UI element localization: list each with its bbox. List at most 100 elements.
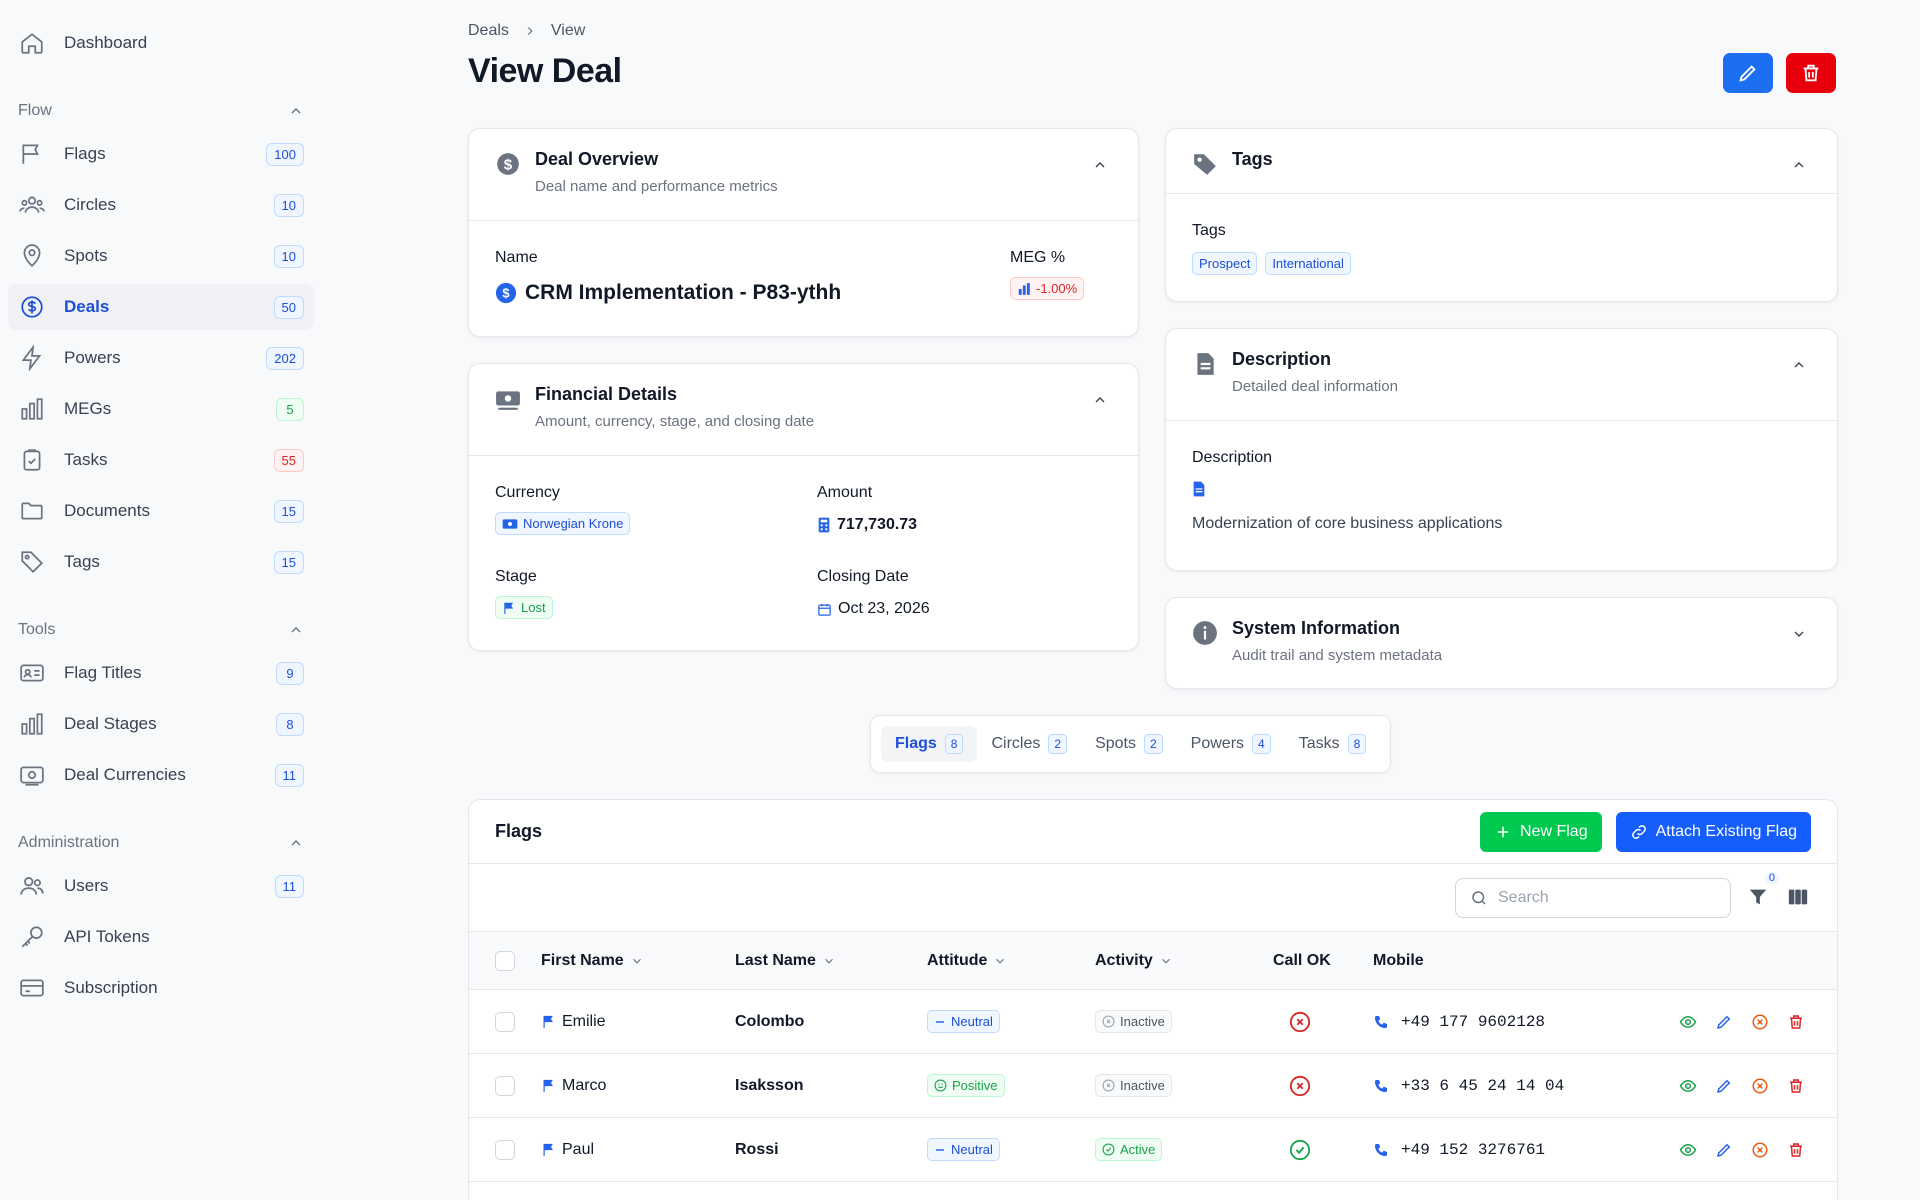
chevron-up-icon	[291, 627, 301, 633]
meg-badge: -1.00%	[1010, 277, 1085, 300]
section-flow-label: Flow	[18, 102, 52, 119]
sidebar-item-api-tokens[interactable]: API Tokens	[8, 914, 314, 960]
tag-chip[interactable]: International	[1265, 252, 1351, 275]
sidebar-item-flags[interactable]: Flags 100	[8, 131, 314, 177]
closing-date-value: Oct 23, 2026	[838, 600, 930, 617]
attach-existing-flag-button[interactable]: Attach Existing Flag	[1615, 811, 1811, 852]
column-activity[interactable]: Activity	[1095, 952, 1273, 970]
column-label: Mobile	[1373, 951, 1424, 969]
first-name-cell[interactable]: Marco	[562, 1077, 606, 1095]
tab-spots[interactable]: Spots 2	[1081, 726, 1177, 762]
sidebar-item-tags[interactable]: Tags 15	[8, 539, 314, 585]
sidebar-item-circles[interactable]: Circles 10	[8, 182, 314, 228]
edit-button[interactable]	[1723, 53, 1773, 93]
tag-chip[interactable]: Prospect	[1192, 252, 1258, 275]
chevron-down-icon[interactable]	[1791, 626, 1807, 642]
description-card-header[interactable]: Description Detailed deal information	[1166, 329, 1837, 421]
mobile-cell[interactable]: +33 6 45 24 14 04	[1401, 1077, 1564, 1095]
card-title: Financial Details	[535, 384, 678, 404]
tab-flags[interactable]: Flags 8	[881, 726, 978, 762]
attitude-badge: Neutral	[927, 1138, 1000, 1161]
chevron-up-icon[interactable]	[1092, 392, 1108, 408]
sidebar-item-spots[interactable]: Spots 10	[8, 233, 314, 279]
new-flag-button[interactable]: New Flag	[1480, 811, 1602, 852]
columns-button[interactable]	[1787, 886, 1811, 910]
financial-details-header[interactable]: Financial Details Amount, currency, stag…	[469, 364, 1138, 456]
tags-list: Prospect International	[1192, 252, 1811, 275]
count-badge: 11	[274, 874, 304, 898]
sidebar-item-subscription[interactable]: Subscription	[8, 965, 314, 1011]
x-circle-icon[interactable]	[1751, 1013, 1769, 1031]
sidebar-item-deal-currencies[interactable]: Deal Currencies 11	[8, 752, 314, 798]
sidebar-item-documents[interactable]: Documents 15	[8, 488, 314, 534]
trash-icon[interactable]	[1787, 1141, 1805, 1159]
tag-icon	[18, 548, 46, 576]
mobile-cell[interactable]: +49 152 3276761	[1401, 1141, 1545, 1159]
sidebar-item-dashboard[interactable]: Dashboard	[8, 20, 314, 66]
section-tools-header[interactable]: Tools	[8, 615, 314, 645]
sidebar-item-flag-titles[interactable]: Flag Titles 9	[8, 650, 314, 696]
search-input[interactable]	[1498, 888, 1698, 907]
trash-icon[interactable]	[1787, 1013, 1805, 1031]
sidebar-item-megs[interactable]: MEGs 5	[8, 386, 314, 432]
column-attitude[interactable]: Attitude	[927, 952, 1095, 970]
column-mobile: Mobile	[1373, 952, 1673, 970]
sidebar-item-users[interactable]: Users 11	[8, 863, 314, 909]
count-badge: 15	[273, 499, 304, 523]
first-name-cell[interactable]: Emilie	[562, 1013, 606, 1031]
last-name-cell: Colombo	[735, 1012, 805, 1030]
tags-card-header[interactable]: Tags	[1166, 129, 1837, 194]
eye-icon[interactable]	[1679, 1013, 1697, 1031]
phone-icon	[1375, 1079, 1387, 1092]
sidebar-item-label: Deal Stages	[64, 714, 157, 733]
filter-button[interactable]: 0	[1747, 871, 1779, 910]
card-title: System Information	[1232, 618, 1401, 638]
section-administration-header[interactable]: Administration	[8, 828, 314, 858]
sidebar-item-deal-stages[interactable]: Deal Stages 8	[8, 701, 314, 747]
sidebar-item-label: API Tokens	[64, 927, 150, 946]
folder-icon	[18, 497, 46, 525]
count-badge: 55	[273, 448, 304, 472]
tab-label: Circles	[991, 735, 1041, 752]
tab-circles[interactable]: Circles 2	[977, 726, 1081, 762]
section-administration-label: Administration	[18, 834, 120, 851]
sidebar-item-deals[interactable]: Deals 50	[8, 284, 314, 330]
eye-icon[interactable]	[1679, 1141, 1697, 1159]
pencil-icon[interactable]	[1715, 1013, 1733, 1031]
deal-overview-header[interactable]: $ Deal Overview Deal name and performanc…	[469, 129, 1138, 221]
sidebar-item-powers[interactable]: Powers 202	[8, 335, 314, 381]
tab-tasks[interactable]: Tasks 8	[1285, 726, 1381, 762]
column-last-name[interactable]: Last Name	[735, 952, 927, 970]
pencil-icon[interactable]	[1715, 1077, 1733, 1095]
mobile-cell[interactable]: +49 177 9602128	[1401, 1013, 1545, 1031]
search-box	[1455, 877, 1731, 918]
delete-button[interactable]	[1786, 53, 1836, 93]
tab-powers[interactable]: Powers 4	[1177, 726, 1285, 762]
pencil-icon[interactable]	[1715, 1141, 1733, 1159]
row-checkbox[interactable]	[495, 1139, 515, 1160]
sidebar: Dashboard Flow Flags 100 Circles 10 Spot…	[0, 0, 322, 1200]
activity-value: Active	[1120, 1142, 1156, 1157]
sidebar-item-tasks[interactable]: Tasks 55	[8, 437, 314, 483]
tab-count: 2	[1143, 734, 1163, 754]
chevron-up-icon[interactable]	[1092, 157, 1108, 173]
column-first-name[interactable]: First Name	[541, 952, 735, 970]
eye-icon[interactable]	[1679, 1077, 1697, 1095]
count-badge: 10	[273, 193, 304, 217]
row-checkbox[interactable]	[495, 1011, 515, 1032]
calendar-icon	[818, 603, 831, 616]
chevron-down-icon	[632, 958, 641, 964]
section-flow-header[interactable]: Flow	[8, 96, 314, 126]
x-circle-icon[interactable]	[1751, 1141, 1769, 1159]
x-circle-icon[interactable]	[1751, 1077, 1769, 1095]
chevron-up-icon[interactable]	[1791, 157, 1807, 173]
chevron-up-icon[interactable]	[1791, 357, 1807, 373]
breadcrumb-deals-link[interactable]: Deals	[468, 22, 509, 40]
select-all-checkbox[interactable]	[495, 950, 515, 971]
sidebar-item-label: Subscription	[64, 978, 158, 997]
dollar-circle-icon: $	[495, 282, 517, 304]
trash-icon[interactable]	[1787, 1077, 1805, 1095]
row-checkbox[interactable]	[495, 1075, 515, 1096]
system-information-header[interactable]: System Information Audit trail and syste…	[1166, 598, 1837, 688]
first-name-cell[interactable]: Paul	[562, 1141, 594, 1159]
